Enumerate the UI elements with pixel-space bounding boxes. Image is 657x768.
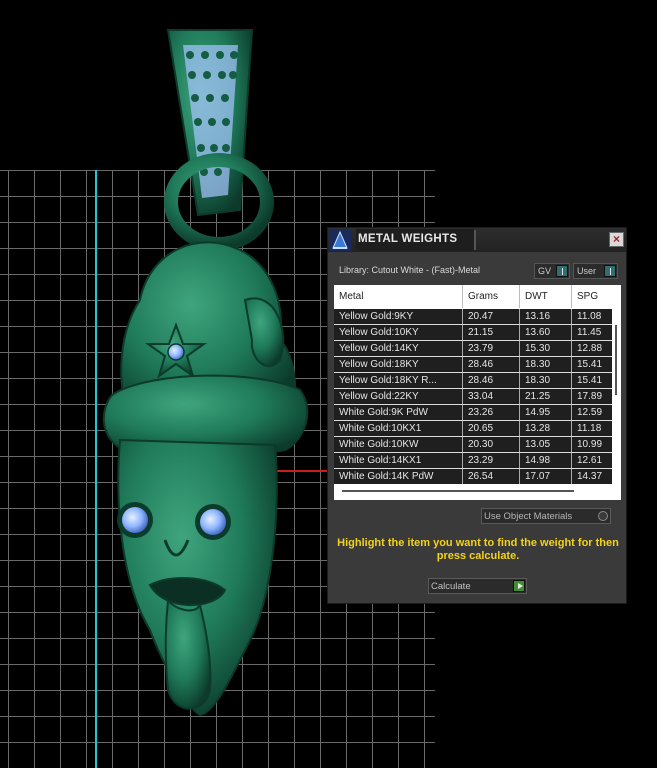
column-header-metal[interactable]: Metal xyxy=(334,285,462,308)
app-flask-icon xyxy=(329,229,351,251)
cell-dwt: 18.30 xyxy=(519,357,571,372)
cell-dwt: 13.16 xyxy=(519,309,571,324)
cell-dwt: 13.28 xyxy=(519,421,571,436)
cell-grams: 20.30 xyxy=(462,437,519,452)
radio-icon[interactable] xyxy=(598,511,608,521)
cell-metal: White Gold:14K PdW xyxy=(339,471,434,482)
table-row[interactable]: White Gold:14K PdW 26.54 17.07 14.37 xyxy=(334,469,612,485)
gv-toggle-switch-icon[interactable] xyxy=(556,265,568,277)
cell-dwt: 14.98 xyxy=(519,453,571,468)
cell-metal: Yellow Gold:18KY xyxy=(339,359,419,370)
cell-dwt: 13.60 xyxy=(519,325,571,340)
gv-toggle-label: GV xyxy=(538,266,552,276)
table-body: Yellow Gold:9KY 20.47 13.16 11.08 Yellow Gol… xyxy=(334,309,612,485)
cell-spg: 12.88 xyxy=(571,341,612,356)
cell-grams: 33.04 xyxy=(462,389,519,404)
cell-dwt: 13.05 xyxy=(519,437,571,452)
cell-spg: 10.99 xyxy=(571,437,612,452)
cell-grams: 28.46 xyxy=(462,357,519,372)
user-toggle-switch-icon[interactable] xyxy=(604,265,616,277)
library-label: Library: Cutout White - (Fast)-Metal xyxy=(339,265,481,275)
cell-metal: White Gold:14KX1 xyxy=(339,455,422,466)
user-toggle[interactable]: User xyxy=(573,263,618,279)
table-row[interactable]: Yellow Gold:22KY 33.04 21.25 17.89 xyxy=(334,389,612,405)
cell-metal: Yellow Gold:14KY xyxy=(339,343,419,354)
table-header: Metal Grams DWT SPG xyxy=(334,285,621,308)
vertical-scrollbar[interactable] xyxy=(612,309,621,483)
metal-table: Metal Grams DWT SPG Yellow Gold:9KY 20.47… xyxy=(334,285,621,500)
calculate-button[interactable]: Calculate xyxy=(428,578,527,594)
table-row[interactable]: Yellow Gold:14KY 23.79 15.30 12.88 xyxy=(334,341,612,357)
scrollbar-thumb[interactable] xyxy=(342,490,574,492)
metal-weights-panel: METAL WEIGHTS × Library: Cutout White - … xyxy=(327,227,627,604)
cell-metal: Yellow Gold:22KY xyxy=(339,391,419,402)
column-header-dwt[interactable]: DWT xyxy=(519,285,571,308)
table-row[interactable]: White Gold:14KX1 23.29 14.98 12.61 xyxy=(334,453,612,469)
gv-toggle[interactable]: GV xyxy=(534,263,570,279)
cell-metal: Yellow Gold:18KY R... xyxy=(339,375,437,386)
cell-spg: 11.18 xyxy=(571,421,612,436)
cell-metal: White Gold:10KW xyxy=(339,439,419,450)
title-separator xyxy=(474,230,476,250)
table-row[interactable]: White Gold:9K PdW 23.26 14.95 12.59 xyxy=(334,405,612,421)
cell-dwt: 14.95 xyxy=(519,405,571,420)
cell-grams: 20.47 xyxy=(462,309,519,324)
cell-spg: 17.89 xyxy=(571,389,612,404)
cell-metal: White Gold:10KX1 xyxy=(339,423,422,434)
panel-titlebar[interactable]: METAL WEIGHTS × xyxy=(328,228,626,252)
table-row[interactable]: White Gold:10KW 20.30 13.05 10.99 xyxy=(334,437,612,453)
cell-dwt: 18.30 xyxy=(519,373,571,388)
cell-spg: 12.61 xyxy=(571,453,612,468)
panel-title: METAL WEIGHTS xyxy=(356,229,474,251)
cell-grams: 28.46 xyxy=(462,373,519,388)
cell-spg: 15.41 xyxy=(571,373,612,388)
cell-dwt: 15.30 xyxy=(519,341,571,356)
table-row[interactable]: Yellow Gold:10KY 21.15 13.60 11.45 xyxy=(334,325,612,341)
cell-grams: 26.54 xyxy=(462,469,519,484)
cell-metal: Yellow Gold:10KY xyxy=(339,327,419,338)
calculate-label: Calculate xyxy=(431,581,471,592)
cell-dwt: 21.25 xyxy=(519,389,571,404)
column-header-grams[interactable]: Grams xyxy=(462,285,519,308)
cell-grams: 23.26 xyxy=(462,405,519,420)
scrollbar-thumb[interactable] xyxy=(615,325,617,395)
cell-grams: 23.29 xyxy=(462,453,519,468)
cell-grams: 21.15 xyxy=(462,325,519,340)
use-object-materials-option[interactable]: Use Object Materials xyxy=(481,508,611,524)
instruction-text: Highlight the item you want to find the … xyxy=(337,537,619,562)
play-arrow-icon[interactable] xyxy=(513,580,525,592)
cell-spg: 12.59 xyxy=(571,405,612,420)
column-header-spg[interactable]: SPG xyxy=(571,285,621,308)
table-row[interactable]: Yellow Gold:18KY 28.46 18.30 15.41 xyxy=(334,357,612,373)
cell-spg: 11.08 xyxy=(571,309,612,324)
cell-grams: 23.79 xyxy=(462,341,519,356)
cell-grams: 20.65 xyxy=(462,421,519,436)
use-object-materials-label: Use Object Materials xyxy=(484,511,573,522)
user-toggle-label: User xyxy=(577,266,597,276)
table-row[interactable]: Yellow Gold:9KY 20.47 13.16 11.08 xyxy=(334,309,612,325)
cell-spg: 15.41 xyxy=(571,357,612,372)
cell-spg: 14.37 xyxy=(571,469,612,484)
table-row[interactable]: White Gold:10KX1 20.65 13.28 11.18 xyxy=(334,421,612,437)
cell-spg: 11.45 xyxy=(571,325,612,340)
close-button[interactable]: × xyxy=(609,232,624,247)
table-row[interactable]: Yellow Gold:18KY R... 28.46 18.30 15.41 xyxy=(334,373,612,389)
cell-metal: Yellow Gold:9KY xyxy=(339,311,414,322)
horizontal-scrollbar[interactable] xyxy=(334,484,621,500)
cell-metal: White Gold:9K PdW xyxy=(339,407,428,418)
cell-dwt: 17.07 xyxy=(519,469,571,484)
